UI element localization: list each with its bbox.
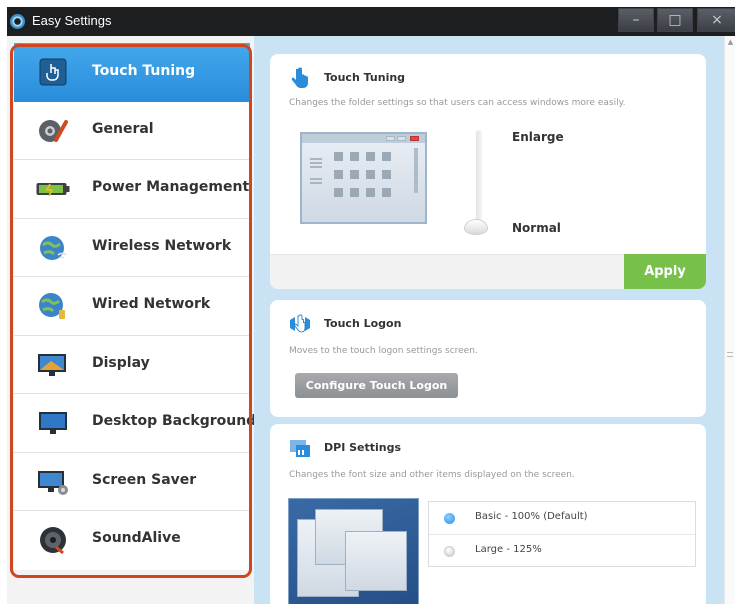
sidebar-item-touch-tuning[interactable]: Touch Tuning [14, 43, 250, 102]
battery-icon [36, 174, 70, 204]
sidebar: Touch Tuning General Power Management Wi… [14, 43, 256, 570]
dpi-settings-icon [288, 436, 312, 460]
sidebar-item-label: Power Management [92, 179, 250, 195]
dpi-preview-image [288, 498, 419, 604]
sidebar-item-screen-saver[interactable]: Screen Saver [14, 452, 250, 511]
sidebar-item-label: SoundAlive [92, 530, 181, 546]
dpi-options-group: Basic - 100% (Default) Large - 125% [428, 501, 696, 567]
touch-logon-title: Touch Logon [324, 317, 402, 330]
touch-logon-description: Moves to the touch logon settings screen… [289, 346, 478, 356]
dpi-option-large[interactable]: Large - 125% [429, 534, 695, 566]
touch-hand-icon [36, 57, 70, 87]
wireless-globe-icon [36, 233, 70, 263]
dpi-option-basic[interactable]: Basic - 100% (Default) [429, 502, 695, 534]
vertical-scrollbar[interactable]: ▲ [724, 36, 735, 604]
touch-size-slider-handle[interactable] [464, 219, 488, 235]
touch-logon-icon [288, 312, 312, 336]
sidebar-item-label: General [92, 120, 154, 137]
sidebar-item-wired-network[interactable]: Wired Network [14, 277, 250, 336]
title-bar: Easy Settings – □ × [0, 0, 735, 36]
sidebar-item-label: Wired Network [92, 296, 211, 312]
touch-tuning-title: Touch Tuning [324, 71, 406, 84]
touch-tuning-description: Changes the folder settings so that user… [289, 98, 626, 108]
sidebar-item-display[interactable]: Display [14, 335, 250, 394]
sidebar-item-label: Wireless Network [92, 237, 232, 254]
sidebar-item-label: Screen Saver [92, 471, 197, 488]
sidebar-item-label: Display [92, 354, 150, 371]
scrollbar-grip-icon[interactable] [727, 352, 733, 357]
touch-tuning-card: Touch Tuning Changes the folder settings… [270, 54, 706, 289]
minimize-button[interactable]: – [618, 8, 654, 32]
configure-touch-logon-button[interactable]: Configure Touch Logon [295, 373, 458, 398]
touch-logon-card: Touch Logon Moves to the touch logon set… [270, 300, 706, 417]
display-icon [36, 350, 70, 380]
radio-selected-icon[interactable] [444, 513, 455, 524]
app-logo-icon [10, 14, 25, 29]
slider-normal-label: Normal [512, 221, 561, 235]
dpi-option-label: Large - 125% [475, 544, 542, 555]
wired-globe-icon [36, 291, 70, 321]
touch-size-slider[interactable] [476, 130, 482, 230]
dpi-settings-card: DPI Settings Changes the font size and o… [270, 424, 706, 604]
dpi-settings-title: DPI Settings [324, 441, 402, 454]
sidebar-item-soundalive[interactable]: SoundAlive [14, 511, 250, 570]
desktop-background-icon [36, 408, 70, 438]
touch-finger-icon [288, 66, 312, 90]
folder-window-preview [300, 132, 427, 224]
sidebar-item-general[interactable]: General [14, 101, 250, 160]
sidebar-item-power-management[interactable]: Power Management [14, 160, 250, 219]
sidebar-item-wireless-network[interactable]: Wireless Network [14, 218, 250, 277]
dpi-option-label: Basic - 100% (Default) [475, 511, 588, 522]
dpi-settings-description: Changes the font size and other items di… [289, 470, 575, 480]
maximize-button[interactable]: □ [657, 8, 693, 32]
apply-button[interactable]: Apply [624, 254, 706, 289]
window-title: Easy Settings [32, 13, 112, 28]
speaker-icon [36, 525, 70, 555]
sidebar-item-label: Touch Tuning [92, 63, 196, 79]
scroll-up-arrow-icon[interactable]: ▲ [726, 38, 735, 46]
gear-wrench-icon [36, 116, 70, 146]
close-button[interactable]: × [697, 8, 735, 32]
sidebar-item-desktop-background[interactable]: Desktop Background [14, 394, 256, 453]
screen-saver-icon [36, 467, 70, 497]
sidebar-item-label: Desktop Background [92, 413, 257, 429]
slider-enlarge-label: Enlarge [512, 130, 564, 144]
radio-unselected-icon[interactable] [444, 546, 455, 557]
